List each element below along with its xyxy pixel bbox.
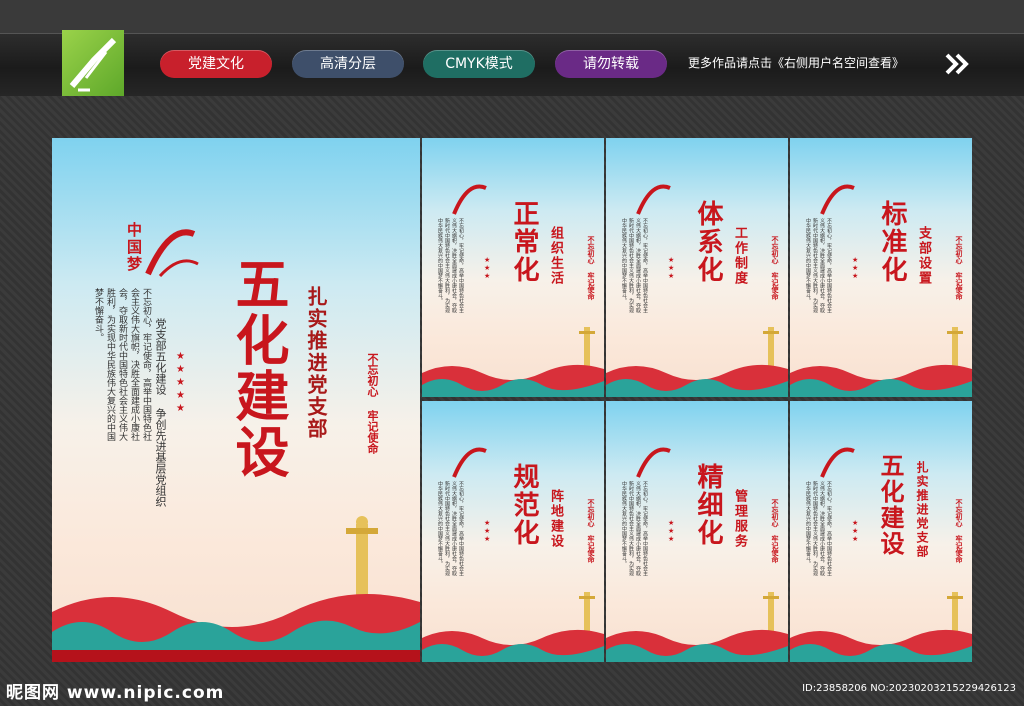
tag-party-culture[interactable]: 党建文化	[160, 50, 272, 78]
wave-decoration	[52, 594, 420, 662]
poster-2-body: 不忘初心，牢记使命，高举中国特色社会主义伟大旗帜，决胜全面建成小康社会，夺取新时…	[621, 218, 648, 313]
poster-4-title: 规范化	[509, 463, 539, 547]
poster-6-title: 五化建设	[876, 453, 905, 557]
tag-cmyk[interactable]: CMYK模式	[423, 50, 535, 78]
star-column: ★ ★ ★ ★ ★	[176, 351, 185, 414]
main-title: 五化建设	[226, 256, 290, 480]
wave-decoration	[606, 364, 788, 397]
wave-decoration	[422, 364, 604, 397]
site-watermark: 昵图网 www.nipic.com	[6, 683, 225, 703]
poster-5-subtitle: 管理服务	[732, 489, 747, 549]
double-chevron-right-icon[interactable]	[945, 53, 971, 75]
brand-logo	[62, 30, 124, 96]
chinese-dream-logo	[820, 184, 855, 215]
poster-6: 五化建设 扎实推进党支部 ★ ★ ★ 不忘初心，牢记使命，高举中国特色社会主义伟大旗…	[790, 401, 972, 662]
poster-3-subtitle: 支部设置	[916, 226, 931, 286]
poster-3-title: 标准化	[877, 200, 907, 284]
poster-5-title: 精细化	[693, 463, 723, 547]
wave-decoration	[790, 629, 972, 662]
poster-4: 规范化 阵地建设 ★ ★ ★ 不忘初心，牢记使命，高举中国特色社会主义伟大旗帜，决胜…	[422, 401, 604, 662]
chinese-dream-logo	[636, 184, 671, 215]
tag-hd-layers[interactable]: 高清分层	[292, 50, 404, 78]
poster-4-subtitle: 阵地建设	[548, 489, 563, 549]
poster-2-slogan: 不忘初心 牢记使命	[771, 236, 779, 300]
poster-1-slogan: 不忘初心 牢记使命	[587, 236, 595, 300]
poster-2: 体系化 工作制度 ★ ★ ★ 不忘初心，牢记使命，高举中国特色社会主义伟大旗帜，决胜…	[606, 138, 788, 397]
star-column: ★ ★ ★	[852, 256, 859, 280]
wave-decoration	[422, 629, 604, 662]
poster-5-body: 不忘初心，牢记使命，高举中国特色社会主义伟大旗帜，决胜全面建成小康社会，夺取新时…	[621, 481, 648, 576]
poster-2-title: 体系化	[693, 200, 723, 284]
poster-5-slogan: 不忘初心 牢记使命	[771, 499, 779, 563]
chinese-dream-logo	[452, 447, 487, 478]
poster-6-subtitle: 扎实推进党支部	[915, 461, 929, 559]
main-poster: 中国梦 五化建设 扎实推进党支部 不忘初心 牢记使命 ★ ★ ★ ★ ★ 党支部五化建设…	[52, 138, 420, 662]
chinese-dream-logo	[452, 184, 487, 215]
chinese-dream-logo	[636, 447, 671, 478]
chinese-dream-logo	[820, 447, 855, 478]
main-slogan: 不忘初心 牢记使命	[366, 353, 379, 454]
poster-4-body: 不忘初心，牢记使命，高举中国特色社会主义伟大旗帜，决胜全面建成小康社会，夺取新时…	[437, 481, 464, 576]
wave-decoration	[790, 364, 972, 397]
poster-3-slogan: 不忘初心 牢记使命	[955, 236, 963, 300]
image-id: ID:23858206 NO:20230203215229426123	[802, 683, 1016, 694]
main-body-text: 不忘初心，牢记使命，高举中国特色社会主义伟大旗帜，决胜全面建成小康社会，夺取新时…	[93, 288, 151, 441]
star-column: ★ ★ ★	[484, 256, 491, 280]
poster-3: 标准化 支部设置 ★ ★ ★ 不忘初心，牢记使命，高举中国特色社会主义伟大旗帜，决胜…	[790, 138, 972, 397]
star-column: ★ ★ ★	[668, 519, 675, 543]
wave-decoration	[606, 629, 788, 662]
star-column: ★ ★ ★	[668, 256, 675, 280]
poster-2-subtitle: 工作制度	[732, 226, 747, 286]
poster-5: 精细化 管理服务 ★ ★ ★ 不忘初心，牢记使命，高举中国特色社会主义伟大旗帜，决胜…	[606, 401, 788, 662]
star-column: ★ ★ ★	[852, 519, 859, 543]
more-works-link[interactable]: 更多作品请点击《右侧用户名空间查看》	[688, 54, 904, 71]
poster-4-slogan: 不忘初心 牢记使命	[587, 499, 595, 563]
poster-1-subtitle: 组织生活	[548, 226, 563, 286]
chinese-dream-logo	[145, 229, 199, 278]
tag-no-repost[interactable]: 请勿转载	[555, 50, 667, 78]
poster-6-slogan: 不忘初心 牢记使命	[955, 499, 963, 563]
star-column: ★ ★ ★	[484, 519, 491, 543]
poster-3-body: 不忘初心，牢记使命，高举中国特色社会主义伟大旗帜，决胜全面建成小康社会，夺取新时…	[805, 218, 832, 313]
poster-6-body: 不忘初心，牢记使命，高举中国特色社会主义伟大旗帜，决胜全面建成小康社会，夺取新时…	[805, 481, 832, 576]
poster-1-body: 不忘初心，牢记使命，高举中国特色社会主义伟大旗帜，决胜全面建成小康社会，夺取新时…	[437, 218, 464, 313]
poster-1-title: 正常化	[509, 200, 539, 284]
main-tagline: 党支部五化建设 争创先进基层党组织	[154, 318, 167, 507]
main-subtitle: 扎实推进党支部	[304, 286, 328, 440]
poster-1: 正常化 组织生活 ★ ★ ★ 不忘初心，牢记使命，高举中国特色社会主义伟大旗帜，决胜…	[422, 138, 604, 397]
